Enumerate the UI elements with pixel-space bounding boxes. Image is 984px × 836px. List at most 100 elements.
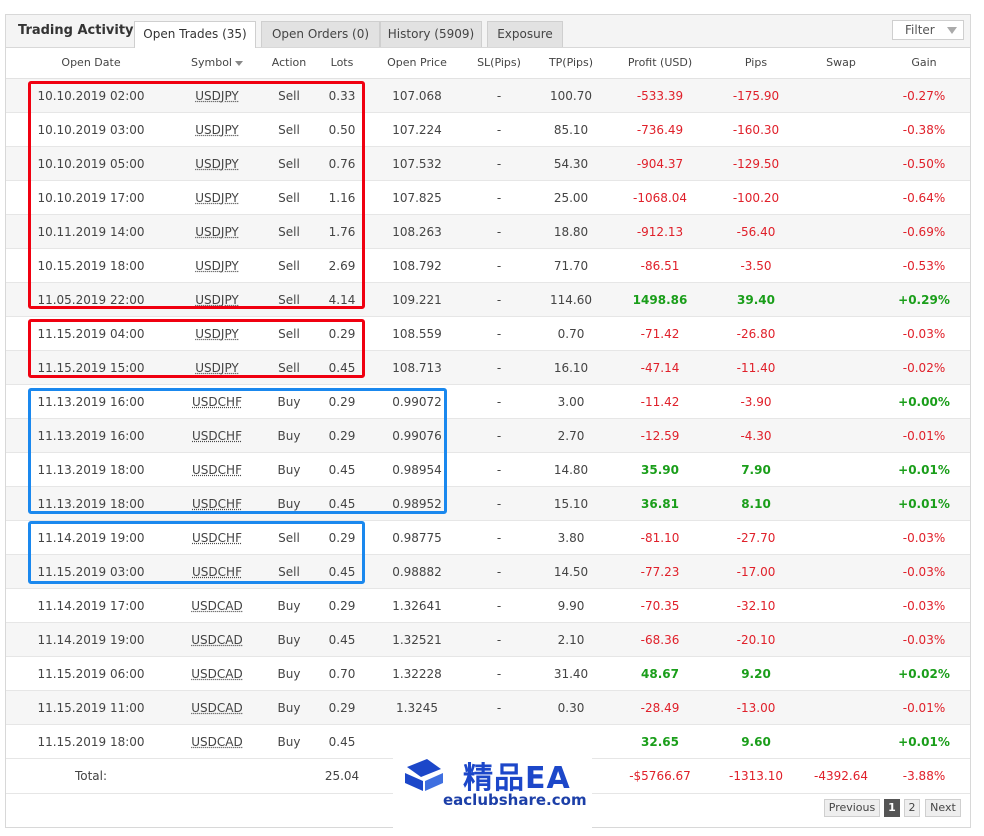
cell-symbol[interactable]: USDCAD: [191, 735, 242, 749]
table-row: 11.15.2019 15:00 USDJPY Sell 0.45 108.713 - 16…: [6, 351, 970, 385]
cell-lots: 0.33: [328, 89, 356, 103]
cell-symbol[interactable]: USDCHF: [192, 429, 242, 443]
cell-action: Buy: [277, 395, 301, 409]
cell-symbol[interactable]: USDJPY: [195, 157, 238, 171]
table-row: 11.05.2019 22:00 USDJPY Sell 4.14 109.221 - 11…: [6, 283, 970, 317]
tab-history[interactable]: History (5909): [380, 21, 482, 47]
cell-profit: -736.49: [636, 123, 684, 137]
cell-symbol[interactable]: USDCHF: [192, 531, 242, 545]
cell-date: 10.11.2019 14:00: [37, 225, 145, 239]
col-gain-label: Gain: [911, 56, 937, 69]
cell-symbol[interactable]: USDCAD: [191, 667, 242, 681]
cell-pips: 39.40: [737, 293, 775, 307]
table-row: 11.13.2019 16:00 USDCHF Buy 0.29 0.99076 - 2.7…: [6, 419, 970, 453]
cell-symbol[interactable]: USDCHF: [192, 395, 242, 409]
cell-lots: 1.16: [328, 191, 356, 205]
chevron-down-icon: [947, 27, 957, 34]
col-open-date-header[interactable]: Open Date: [61, 56, 120, 69]
cell-lots: 0.29: [328, 395, 356, 409]
cell-symbol[interactable]: USDCAD: [191, 701, 242, 715]
cell-pips: -100.20: [732, 191, 780, 205]
cell-sl: -: [496, 361, 502, 375]
cell-gain: -0.27%: [902, 89, 946, 103]
cell-tp: 114.60: [550, 293, 592, 307]
cell-gain: -0.01%: [902, 429, 946, 443]
cell-profit: -71.42: [640, 327, 680, 341]
cell-sl: -: [496, 157, 502, 171]
cell-price: 0.98952: [392, 497, 442, 511]
col-open-price-label: Open Price: [387, 56, 447, 69]
cell-sl: -: [496, 599, 502, 613]
cell-gain: -0.64%: [902, 191, 946, 205]
col-symbol-header[interactable]: Symbol: [191, 56, 243, 69]
cell-symbol[interactable]: USDJPY: [195, 191, 238, 205]
page-2-button[interactable]: 2: [904, 799, 920, 817]
cell-profit: 48.67: [641, 667, 679, 681]
filter-dropdown[interactable]: Filter: [892, 20, 964, 40]
tab-exposure[interactable]: Exposure: [487, 21, 563, 47]
cell-tp: 3.80: [557, 531, 585, 545]
cell-lots: 0.29: [328, 429, 356, 443]
cell-symbol[interactable]: USDCHF: [192, 565, 242, 579]
cell-symbol[interactable]: USDJPY: [195, 361, 238, 375]
cell-symbol[interactable]: USDJPY: [195, 293, 238, 307]
cell-action: Sell: [278, 565, 300, 579]
cell-pips: -3.90: [740, 395, 772, 409]
tab-open-orders[interactable]: Open Orders (0): [261, 21, 380, 47]
cell-symbol[interactable]: USDCAD: [191, 599, 242, 613]
cell-lots: 0.45: [328, 361, 356, 375]
cell-profit: -68.36: [640, 633, 680, 647]
cell-symbol[interactable]: USDJPY: [195, 89, 238, 103]
cell-symbol[interactable]: USDJPY: [195, 123, 238, 137]
col-gain-header[interactable]: Gain: [911, 56, 936, 69]
cell-symbol[interactable]: USDJPY: [195, 225, 238, 239]
watermark-url: eaclubshare.com: [443, 791, 587, 809]
cell-pips: -11.40: [736, 361, 776, 375]
col-lots-header[interactable]: Lots: [331, 56, 354, 69]
cell-tp: 85.10: [553, 123, 589, 137]
cell-symbol[interactable]: USDJPY: [195, 327, 238, 341]
cell-sl: -: [496, 123, 502, 137]
cell-symbol[interactable]: USDCAD: [191, 633, 242, 647]
tab-open-trades[interactable]: Open Trades (35): [134, 21, 256, 48]
previous-button[interactable]: Previous: [824, 799, 880, 817]
cell-tp: 3.00: [557, 395, 585, 409]
cell-pips: 9.20: [741, 667, 771, 681]
panel-title: Trading Activity: [18, 23, 134, 38]
cell-price: 107.068: [392, 89, 442, 103]
col-open-price-header[interactable]: Open Price: [387, 56, 447, 69]
col-tp-pips-header[interactable]: TP(Pips): [549, 56, 593, 69]
cell-date: 10.10.2019 02:00: [37, 89, 145, 103]
cell-profit: 36.81: [641, 497, 679, 511]
cell-date: 11.13.2019 18:00: [37, 463, 145, 477]
cell-sl: -: [496, 225, 502, 239]
col-lots-label: Lots: [330, 56, 354, 69]
col-swap-header[interactable]: Swap: [826, 56, 856, 69]
cell-date: 11.05.2019 22:00: [37, 293, 145, 307]
col-pips-label: Pips: [744, 56, 768, 69]
cell-lots: 0.29: [328, 701, 356, 715]
col-pips-header[interactable]: Pips: [745, 56, 767, 69]
cell-action: Sell: [278, 531, 300, 545]
cell-price: 0.99072: [392, 395, 442, 409]
cell-symbol[interactable]: USDJPY: [195, 259, 238, 273]
pagination: Previous 1 2 Next: [824, 799, 964, 817]
col-sl-pips-header[interactable]: SL(Pips): [477, 56, 521, 69]
col-profit-header[interactable]: Profit (USD): [628, 56, 692, 69]
table-row: 11.15.2019 11:00 USDCAD Buy 0.29 1.3245 - 0.30…: [6, 691, 970, 725]
table-row: 10.10.2019 17:00 USDJPY Sell 1.16 107.825 - 25…: [6, 181, 970, 215]
cell-lots: 4.14: [328, 293, 356, 307]
table-row: 10.11.2019 14:00 USDJPY Sell 1.76 108.263 - 18…: [6, 215, 970, 249]
col-action-label: Action: [271, 56, 307, 69]
col-action-header[interactable]: Action: [272, 56, 306, 69]
cell-symbol[interactable]: USDCHF: [192, 463, 242, 477]
cell-sl: -: [496, 395, 502, 409]
cell-gain: +0.01%: [898, 497, 950, 511]
next-button[interactable]: Next: [925, 799, 961, 817]
cell-symbol[interactable]: USDCHF: [192, 497, 242, 511]
cell-sl: -: [496, 429, 502, 443]
page-1-button[interactable]: 1: [884, 799, 900, 817]
col-profit-label: Profit (USD): [627, 56, 693, 69]
cell-date: 11.15.2019 15:00: [37, 361, 145, 375]
cell-date: 10.15.2019 18:00: [37, 259, 145, 273]
